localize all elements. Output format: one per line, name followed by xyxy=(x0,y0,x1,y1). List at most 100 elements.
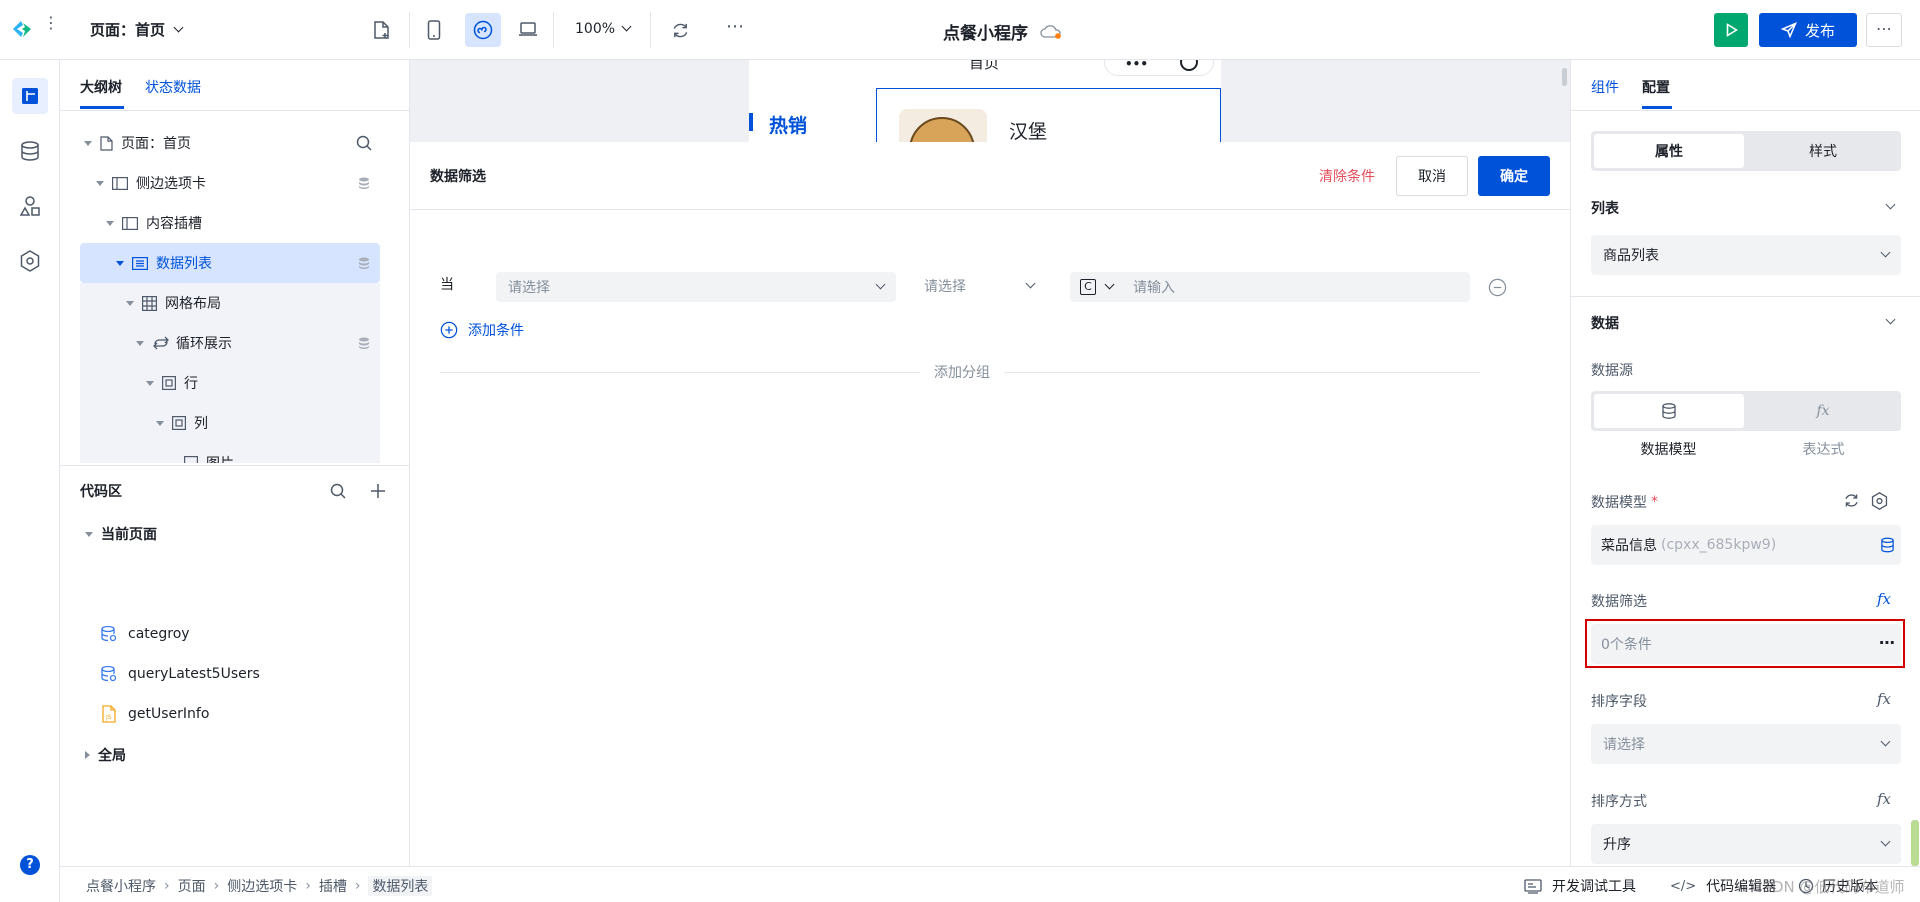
page-selector[interactable]: 页面：首页 xyxy=(90,19,184,40)
canvas-scrollbar[interactable] xyxy=(1562,68,1567,86)
source-expression-label: 表达式 xyxy=(1802,442,1845,458)
source-expression-option[interactable]: fx xyxy=(1748,394,1898,428)
tree-node-image-clipped[interactable]: 图片 xyxy=(80,443,380,463)
sort-order-fx-icon[interactable]: fx xyxy=(1877,790,1891,808)
refresh-icon[interactable] xyxy=(1843,492,1860,509)
category-indicator xyxy=(749,113,753,131)
devtools-button[interactable]: 开发调试工具 xyxy=(1524,876,1636,896)
js-file-icon: JS xyxy=(102,705,116,723)
preview-header-title: 首页 xyxy=(969,60,1000,72)
segment-style[interactable]: 样式 xyxy=(1748,134,1898,168)
data-filter-fx-icon[interactable]: fx xyxy=(1877,590,1891,608)
sort-field-fx-icon[interactable]: fx xyxy=(1877,690,1891,708)
condition-field-select[interactable]: 请选择 xyxy=(496,272,896,302)
data-filter-label: 数据筛选 xyxy=(1591,594,1647,610)
breadcrumb-item[interactable]: 侧边选项卡 xyxy=(227,876,297,896)
dialog-title: 数据筛选 xyxy=(430,169,486,185)
code-group-current-page[interactable]: 当前页面 xyxy=(85,524,157,544)
cancel-button[interactable]: 取消 xyxy=(1396,156,1468,196)
tab-config[interactable]: 配置 xyxy=(1642,77,1670,97)
segment-properties[interactable]: 属性 xyxy=(1594,134,1744,168)
settings-nav-icon[interactable] xyxy=(20,250,40,272)
sort-order-select[interactable]: 升序 xyxy=(1591,824,1901,864)
database-icon[interactable] xyxy=(1880,537,1895,553)
publish-button[interactable]: 发布 xyxy=(1759,13,1857,47)
add-group-button[interactable]: 添加分组 xyxy=(920,362,1004,382)
chevron-down-icon xyxy=(621,21,632,32)
confirm-button[interactable]: 确定 xyxy=(1478,156,1550,196)
tree-node-column[interactable]: 列 xyxy=(80,403,380,443)
breadcrumb-item[interactable]: 页面 xyxy=(178,876,206,896)
tab-state-data[interactable]: 状态数据 xyxy=(145,77,201,97)
tree-scrollbar[interactable] xyxy=(398,120,402,250)
code-item-categroy[interactable]: categroy xyxy=(100,625,190,643)
tab-components[interactable]: 组件 xyxy=(1591,77,1619,97)
status-bar: 点餐小程序 › 页面 › 侧边选项卡 › 插槽 › 数据列表 开发调试工具 </… xyxy=(60,866,1920,902)
mobile-view-icon[interactable] xyxy=(427,20,441,40)
tree-node-page[interactable]: 页面：首页 xyxy=(80,123,380,163)
run-button[interactable] xyxy=(1714,13,1748,47)
code-item-get-user-info[interactable]: JS getUserInfo xyxy=(100,705,209,723)
constant-type-icon[interactable]: C xyxy=(1080,279,1096,295)
tree-node-label: 列 xyxy=(194,416,208,432)
help-icon[interactable]: ? xyxy=(20,855,40,875)
data-filter-input[interactable]: 0个条件 ⋯ xyxy=(1591,624,1901,664)
breadcrumb-item[interactable]: 点餐小程序 xyxy=(86,876,156,896)
tree-node-content-slot[interactable]: 内容插槽 xyxy=(80,203,380,243)
search-icon[interactable] xyxy=(330,483,346,499)
left-rail: ? xyxy=(0,60,60,902)
condition-value-input[interactable]: C 请输入 xyxy=(1070,272,1470,302)
breadcrumb-item[interactable]: 插槽 xyxy=(319,876,347,896)
category-hot[interactable]: 热销 xyxy=(769,111,807,138)
zoom-select[interactable]: 100% xyxy=(575,21,632,37)
list-select-value: 商品列表 xyxy=(1603,248,1659,264)
more-icon[interactable]: ⋯ xyxy=(1879,633,1895,652)
side-indicator xyxy=(1911,820,1919,866)
refresh-icon[interactable] xyxy=(671,21,690,40)
breadcrumb-item-current[interactable]: 数据列表 xyxy=(368,876,433,896)
data-filter-value: 0个条件 xyxy=(1601,637,1652,653)
config-panel: 组件 配置 属性 样式 列表 商品列表 数据 数据源 fx 数据模型 表达式 数… xyxy=(1570,60,1920,866)
remove-condition-icon[interactable] xyxy=(1488,278,1507,297)
add-condition-button[interactable]: 添加条件 xyxy=(440,320,524,340)
chevron-down-icon[interactable] xyxy=(1885,199,1896,210)
condition-operator-select[interactable]: 请选择 xyxy=(924,276,1036,296)
more-menu-button[interactable]: ⋯ xyxy=(1866,13,1902,47)
tree-node-row[interactable]: 行 xyxy=(80,363,380,403)
chevron-down-icon xyxy=(1104,279,1115,290)
database-nav-icon[interactable] xyxy=(20,141,40,161)
chevron-down-icon xyxy=(173,22,184,32)
clear-conditions-button[interactable]: 清除条件 xyxy=(1319,166,1375,186)
miniprogram-view-button[interactable] xyxy=(465,13,501,47)
add-page-icon[interactable] xyxy=(373,20,391,40)
app-menu-icon[interactable]: ⋮ xyxy=(43,15,59,31)
code-group-global[interactable]: 全局 xyxy=(85,745,126,765)
source-model-label: 数据模型 xyxy=(1640,442,1697,458)
caret-down-icon xyxy=(84,140,92,146)
data-model-select[interactable]: 菜品信息 (cpxx_685kpw9) xyxy=(1591,525,1901,565)
tab-outline[interactable]: 大纲树 xyxy=(80,77,122,97)
chevron-down-icon[interactable] xyxy=(1885,314,1896,325)
components-nav-icon[interactable] xyxy=(19,195,41,217)
tree-node-side-tabs[interactable]: 侧边选项卡 xyxy=(80,163,380,203)
settings-icon[interactable] xyxy=(1871,492,1888,510)
tree-node-grid-layout[interactable]: 网格布局 xyxy=(80,283,380,323)
source-model-option[interactable] xyxy=(1594,394,1744,428)
list-select[interactable]: 商品列表 xyxy=(1591,235,1901,275)
add-icon[interactable] xyxy=(371,484,385,498)
sort-field-select[interactable]: 请选择 xyxy=(1591,724,1901,764)
code-item-query-latest[interactable]: queryLatest5Users xyxy=(100,665,260,683)
desktop-view-icon[interactable] xyxy=(518,21,538,37)
code-item-label: getUserInfo xyxy=(128,706,210,722)
divider xyxy=(1571,110,1920,111)
more-icon[interactable]: ⋯ xyxy=(726,16,744,37)
search-icon[interactable] xyxy=(356,135,372,151)
phone-preview: 首页 ••• 热销 汉堡 xyxy=(749,60,1221,169)
outline-nav-button[interactable] xyxy=(12,78,48,114)
caret-down-icon xyxy=(85,531,93,537)
tree-node-data-list[interactable]: 数据列表 xyxy=(80,243,380,283)
zoom-value: 100% xyxy=(575,21,616,37)
chevron-down-icon xyxy=(1880,247,1891,258)
tree-node-loop-display[interactable]: 循环展示 xyxy=(80,323,380,363)
tree-node-label: 网格布局 xyxy=(165,296,221,312)
